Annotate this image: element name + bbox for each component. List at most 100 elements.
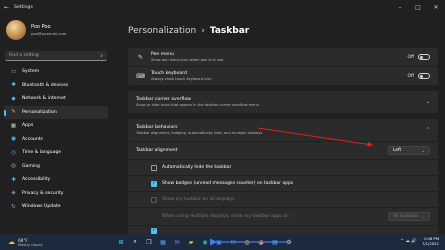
search-box[interactable]: Find a setting ⌕	[5, 51, 107, 61]
multi-display-dropdown[interactable]: All taskbars ⌄	[388, 212, 430, 221]
edge-icon[interactable]: ◉	[200, 237, 210, 247]
explorer-icon[interactable]: ▰	[186, 237, 196, 247]
monitor-icon: ▭	[10, 68, 17, 75]
chrome-icon[interactable]: ◍	[242, 237, 252, 247]
badges-checkbox[interactable]: ✓	[151, 180, 157, 187]
store-icon[interactable]: ▣	[214, 237, 224, 247]
keyboard-icon: ⌨	[136, 72, 145, 80]
firefox-icon[interactable]: ◕	[256, 237, 266, 247]
touch-keyboard-toggle[interactable]	[418, 73, 430, 79]
all-displays-label: Show my taskbar on all displays	[162, 197, 235, 202]
auto-hide-row: Automatically hide the taskbar	[128, 159, 438, 175]
next-row-partial: ✓	[128, 225, 438, 234]
pen-icon: ✎	[137, 53, 144, 61]
person-icon: ●	[11, 136, 16, 143]
mail-icon[interactable]: ✉	[228, 237, 238, 247]
taskbar-alignment-dropdown[interactable]: Left ⌄	[388, 146, 430, 155]
settings-list[interactable]: ✎ Pen menu Show pen menu icon when pen i…	[128, 48, 438, 234]
sidebar-item-label: Time & language	[22, 150, 62, 156]
search-input[interactable]: Find a setting	[9, 53, 100, 58]
partial-checkbox[interactable]: ✓	[151, 227, 157, 234]
photos-icon[interactable]: ▤	[270, 237, 280, 247]
shield-icon: ◈	[11, 190, 16, 197]
chevron-down-icon: ⌄	[421, 148, 425, 153]
chevron-down-icon: ⌄	[421, 214, 425, 219]
sidebar-item-accounts[interactable]: ● Accounts	[4, 133, 108, 147]
accessibility-icon: ✚	[11, 176, 16, 183]
touch-keyboard-title: Touch keyboard	[151, 71, 187, 76]
weather-widget[interactable]: ☁ 68°F Mostly cloudy	[8, 238, 43, 247]
sidebar-item-windows-update[interactable]: ↻ Windows Update	[4, 200, 108, 214]
touch-keyboard-state: Off	[407, 73, 414, 79]
sidebar-item-label: Accessibility	[22, 177, 51, 183]
main-content: Personalization › Taskbar ✎ Pen menu Sho…	[112, 14, 445, 234]
search-icon[interactable]: ⌕	[130, 237, 140, 247]
pen-menu-state: Off	[407, 54, 414, 60]
clock[interactable]: 1:08 PM 7/1/2021	[422, 236, 439, 246]
pen-menu-toggle[interactable]	[418, 54, 430, 60]
page-title: Taskbar	[209, 26, 250, 36]
settings-icon[interactable]: ⚙	[284, 237, 294, 247]
clock-date: 7/1/2021	[421, 241, 439, 246]
multi-display-row: When using multiple displays, show my ta…	[128, 207, 438, 225]
chat-icon[interactable]: ✉	[172, 237, 182, 247]
sidebar-item-system[interactable]: ▭ System	[4, 65, 108, 79]
user-email: poo@poomail.com	[31, 31, 67, 36]
chevron-down-icon[interactable]: ⌄	[426, 99, 430, 105]
taskbar-apps: ⊞ ⌕ ❐ ▦ ✉ ▰ ◉ ▣ ✉ ◍ ◕ ▤ ⚙	[116, 237, 298, 247]
all-displays-row: Show my taskbar on all displays	[128, 191, 438, 207]
avatar	[6, 20, 26, 40]
pen-menu-subtitle: Show pen menu icon when pen is in use	[151, 58, 224, 62]
sidebar-item-network-internet[interactable]: ◆ Network & internet	[4, 92, 108, 106]
sidebar-item-label: Personalization	[22, 109, 57, 115]
sidebar-item-apps[interactable]: ▦ Apps	[4, 119, 108, 133]
sidebar-nav: ▭ System ✱ Bluetooth & devices ◆ Network & in…	[0, 65, 112, 214]
window-controls: – □ ✕	[391, 4, 445, 11]
badges-row: ✓ Show badges (unread messages counter) …	[128, 175, 438, 191]
back-arrow-icon[interactable]: ←	[4, 4, 12, 11]
maximize-button[interactable]: □	[409, 4, 427, 11]
windows-logo-icon[interactable]: ⊞	[116, 237, 126, 247]
controller-icon: ◎	[11, 163, 16, 170]
sidebar-item-gaming[interactable]: ◎ Gaming	[4, 160, 108, 174]
sidebar-item-accessibility[interactable]: ✚ Accessibility	[4, 173, 108, 187]
corner-overflow-subtitle: Show or hide icons that appear in the ta…	[136, 103, 259, 107]
weather-desc: Mostly cloudy	[18, 242, 43, 247]
brush-icon: ✎	[11, 109, 16, 116]
taskbar-alignment-label: Taskbar alignment	[136, 148, 178, 153]
bluetooth-icon: ✱	[11, 82, 16, 89]
taskbar-alignment-row: Taskbar alignment Left ⌄	[128, 141, 438, 159]
taskbar: ☁ 68°F Mostly cloudy ⊞ ⌕ ❐ ▦ ✉ ▰ ◉ ▣ ✉ ◍ ◕ ▤ ⚙ ^ ☁ 🔊…	[0, 234, 445, 250]
system-tray[interactable]: ^ ☁ 🔊 1:08 PM 7/1/2021	[400, 236, 439, 246]
apps-icon: ▦	[10, 122, 17, 129]
close-button[interactable]: ✕	[427, 4, 445, 11]
widgets-icon[interactable]: ▦	[158, 237, 168, 247]
weather-temp: 68°F	[18, 237, 28, 243]
auto-hide-checkbox[interactable]	[151, 164, 157, 171]
touch-keyboard-subtitle: Always show touch keyboard icon	[151, 77, 212, 81]
globe-clock-icon: ◷	[11, 149, 16, 156]
tray-icons[interactable]: ^ ☁ 🔊	[400, 239, 417, 244]
breadcrumb: Personalization › Taskbar	[128, 26, 249, 36]
all-displays-checkbox[interactable]	[151, 196, 157, 203]
corner-overflow-row[interactable]: Taskbar corner overflow Show or hide ico…	[128, 91, 438, 113]
auto-hide-label: Automatically hide the taskbar	[162, 165, 232, 170]
sidebar-item-time-language[interactable]: ◷ Time & language	[4, 146, 108, 160]
sidebar-item-bluetooth-devices[interactable]: ✱ Bluetooth & devices	[4, 79, 108, 93]
pen-menu-row: ✎ Pen menu Show pen menu icon when pen i…	[128, 48, 438, 66]
wifi-icon: ◆	[11, 95, 16, 102]
breadcrumb-parent[interactable]: Personalization	[128, 26, 196, 36]
taskbar-alignment-value: Left	[393, 148, 402, 153]
taskbar-behaviors-header[interactable]: Taskbar behaviors Taskbar alignment, bad…	[128, 119, 438, 141]
search-icon[interactable]: ⌕	[100, 53, 103, 59]
sidebar-item-privacy-security[interactable]: ◈ Privacy & security	[4, 187, 108, 201]
minimize-button[interactable]: –	[391, 4, 409, 11]
chevron-up-icon[interactable]: ⌃	[426, 127, 430, 133]
sidebar-item-personalization[interactable]: ✎ Personalization	[4, 105, 108, 119]
profile[interactable]: Poo Poo poo@poomail.com	[0, 14, 112, 44]
corner-overflow-title: Taskbar corner overflow	[136, 97, 191, 102]
task-view-icon[interactable]: ❐	[144, 237, 154, 247]
badges-label: Show badges (unread messages counter) on…	[162, 181, 294, 186]
multi-display-value: All taskbars	[393, 214, 419, 219]
breadcrumb-separator: ›	[201, 26, 205, 36]
